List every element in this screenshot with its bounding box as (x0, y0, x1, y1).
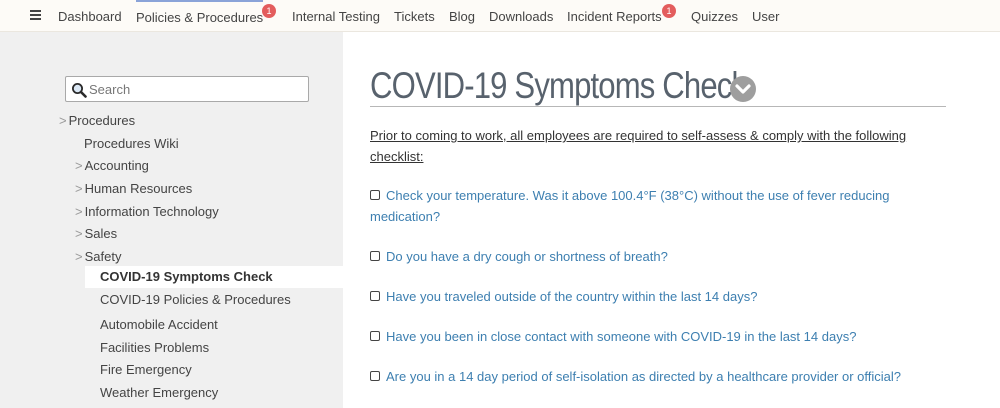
tree-item-information-technology[interactable]: > Information Technology (75, 204, 219, 220)
checklist-item[interactable]: Have you been in close contact with some… (370, 326, 960, 347)
tree-item-fire-emergency[interactable]: Fire Emergency (100, 362, 192, 378)
nav-incident-reports[interactable]: Incident Reports (567, 0, 662, 32)
tree-item-human-resources[interactable]: > Human Resources (75, 181, 192, 197)
checklist-item[interactable]: Do you have a dry cough or shortness of … (370, 246, 960, 267)
nav-internal-testing[interactable]: Internal Testing (292, 0, 380, 32)
tree-item-accounting[interactable]: > Accounting (75, 158, 149, 174)
tree-item-procedures-wiki[interactable]: Procedures Wiki (84, 136, 179, 152)
hamburger-menu-icon[interactable] (30, 9, 43, 22)
checklist-item-text: Have you been in close contact with some… (386, 329, 857, 344)
tree-item-sales[interactable]: > Sales (75, 226, 117, 242)
chevron-down-icon[interactable] (730, 76, 756, 102)
search-input[interactable] (89, 79, 303, 99)
checklist-item[interactable]: Are you in a 14 day period of self-isola… (370, 366, 920, 387)
checklist-item-text: Are you in a 14 day period of self-isola… (386, 369, 901, 384)
nav-tickets[interactable]: Tickets (394, 0, 435, 32)
checklist-item[interactable]: Have you traveled outside of the country… (370, 286, 960, 307)
checklist-item-text: Have you traveled outside of the country… (386, 289, 758, 304)
checkbox[interactable] (370, 190, 380, 200)
checklist-item[interactable]: Check your temperature. Was it above 100… (370, 185, 960, 227)
checkbox[interactable] (370, 371, 380, 381)
sidebar: >Procedures Procedures Wiki >Accounting … (0, 32, 343, 408)
search-box (65, 76, 309, 102)
nav-blog[interactable]: Blog (449, 0, 475, 32)
tree-item-covid-policies[interactable]: COVID-19 Policies & Procedures (100, 292, 291, 308)
intro-text: Prior to coming to work, all employees a… (370, 128, 907, 164)
checkbox[interactable] (370, 331, 380, 341)
nav-policies-procedures[interactable]: Policies & Procedures (136, 0, 264, 32)
tree-item-safety[interactable]: > Safety (75, 249, 121, 265)
tree-item-procedures[interactable]: > Procedures (59, 113, 135, 129)
policies-notification-badge: 1 (262, 4, 276, 18)
main-content: COVID-19 Symptoms Check Prior to coming … (343, 32, 1000, 408)
checklist-item-text: Check your temperature. Was it above 100… (370, 188, 890, 224)
tree-item-automobile-accident[interactable]: Automobile Accident (100, 317, 218, 333)
nav-quizzes[interactable]: Quizzes (691, 0, 738, 32)
checkbox[interactable] (370, 251, 380, 261)
checkbox[interactable] (370, 291, 380, 301)
page-title: COVID-19 Symptoms Check (370, 65, 747, 106)
tree-item-facilities-problems[interactable]: Facilities Problems (100, 340, 209, 356)
top-navbar: Dashboard Policies & Procedures 1 Intern… (0, 0, 1000, 32)
page-header: COVID-19 Symptoms Check (370, 62, 946, 107)
nav-downloads[interactable]: Downloads (489, 0, 553, 32)
tree-item-covid-symptoms-check[interactable]: COVID-19 Symptoms Check (85, 266, 343, 288)
nav-dashboard[interactable]: Dashboard (58, 0, 122, 32)
search-icon (71, 82, 87, 98)
incident-notification-badge: 1 (662, 4, 676, 18)
nav-user[interactable]: User (752, 0, 779, 32)
checklist-item-text: Do you have a dry cough or shortness of … (386, 249, 668, 264)
tree-item-weather-emergency[interactable]: Weather Emergency (100, 385, 218, 401)
